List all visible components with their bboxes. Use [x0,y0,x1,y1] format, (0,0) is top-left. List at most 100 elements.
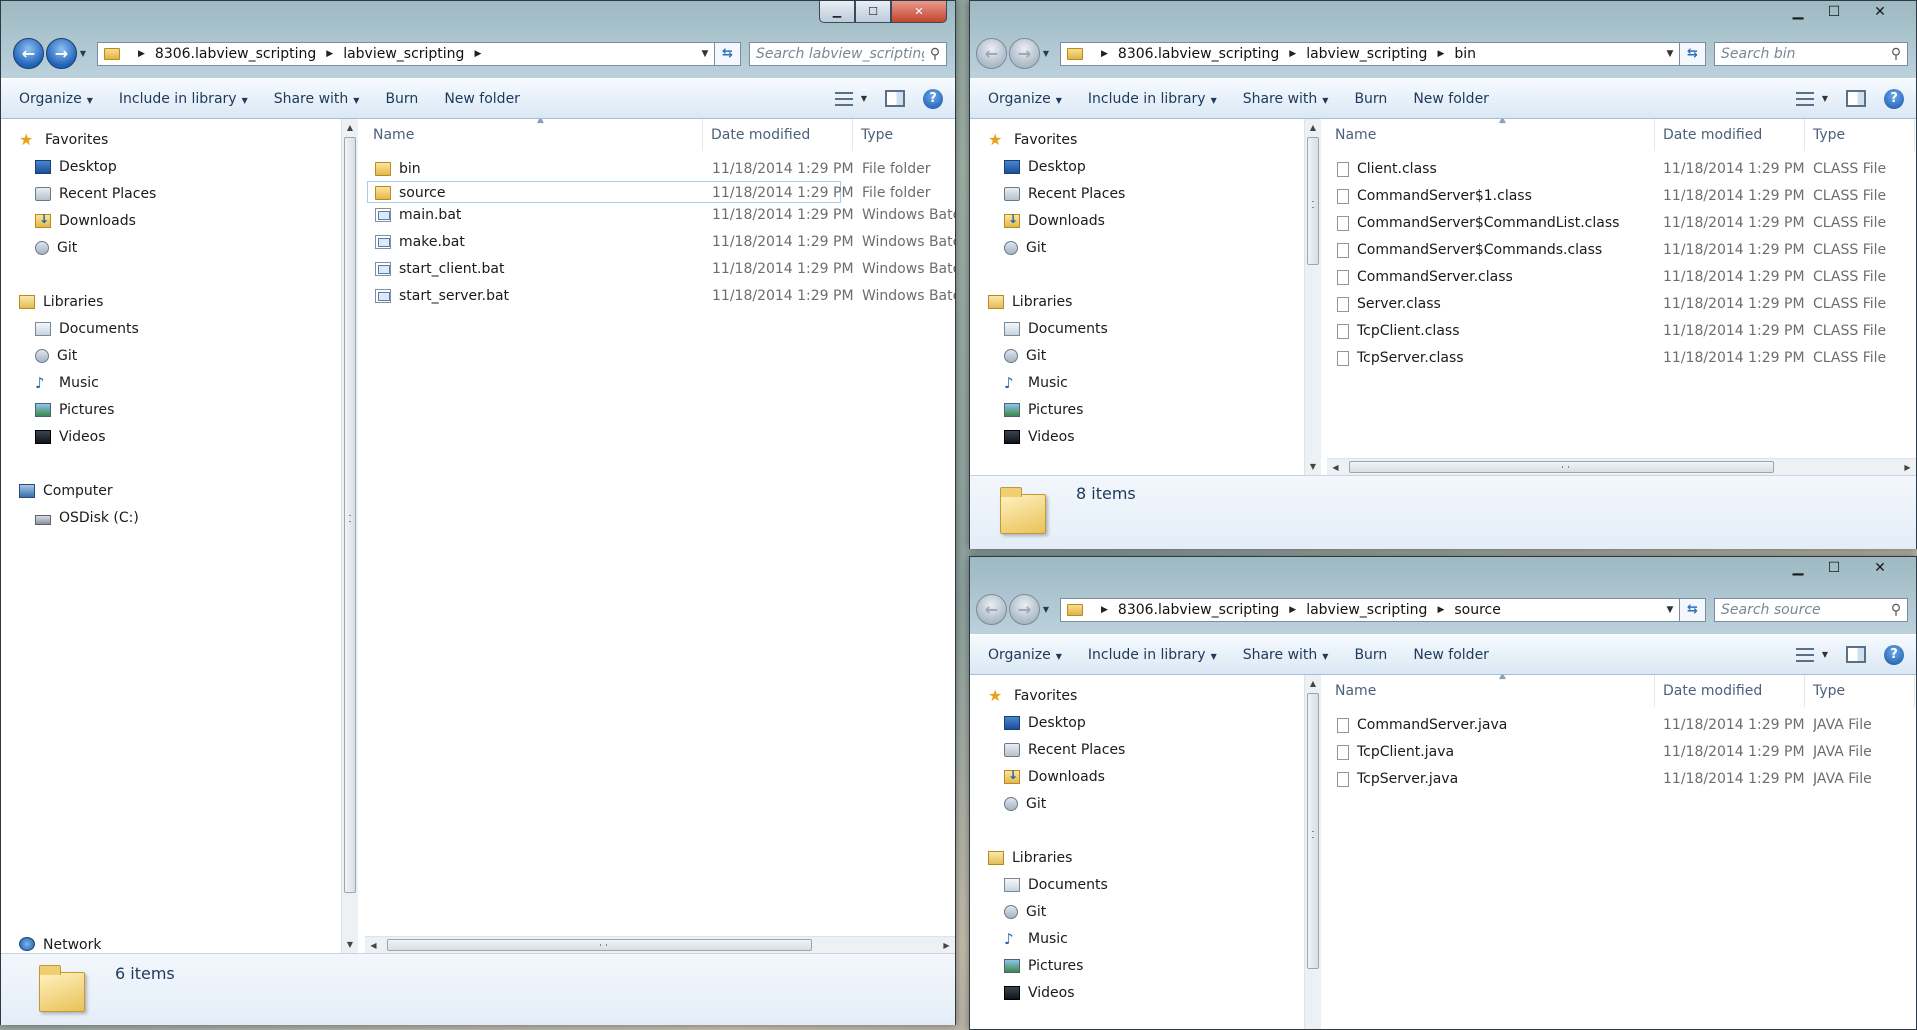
nav-downloads[interactable]: Downloads [1,209,359,233]
back-button[interactable]: ← [13,38,44,69]
nav-pictures[interactable]: Pictures [1,398,359,422]
file-row[interactable]: TcpServer.class 11/18/2014 1:29 PM CLASS… [1327,347,1916,369]
organize-button[interactable]: Organize ▼ [19,91,93,107]
file-row[interactable]: Client.class 11/18/2014 1:29 PM CLASS Fi… [1327,158,1916,180]
file-row[interactable]: start_server.bat 11/18/2014 1:29 PM Wind… [367,285,955,307]
nav-recent-places[interactable]: Recent Places [970,182,1309,206]
file-row[interactable]: bin 11/18/2014 1:29 PM File folder [367,158,955,180]
file-row[interactable]: CommandServer$Commands.class 11/18/2014 … [1327,239,1916,261]
column-header-type[interactable]: Type [853,119,955,151]
maximize-button[interactable]: ☐ [1816,557,1852,579]
nav-libraries[interactable]: Libraries [1,290,359,314]
search-input[interactable]: Search source ⚲ [1714,597,1908,622]
file-row[interactable]: make.bat 11/18/2014 1:29 PM Windows Batc [367,231,955,253]
column-header-date-modified[interactable]: Date modified [703,119,853,151]
nav-downloads[interactable]: Downloads [970,765,1309,789]
nav-favorites[interactable]: ★ Favorites [970,684,1309,708]
breadcrumb-separator-icon[interactable]: ▶ [138,49,145,59]
address-dropdown-icon[interactable]: ▼ [696,49,714,59]
scroll-thumb[interactable] [344,137,356,893]
share-with-button[interactable]: Share with ▼ [1243,91,1329,107]
breadcrumb-separator-icon[interactable]: ▶ [1437,49,1444,59]
nav-git[interactable]: Git [970,792,1309,816]
back-button[interactable]: ← [976,594,1007,625]
organize-button[interactable]: Organize ▼ [988,91,1062,107]
address-dropdown-icon[interactable]: ▼ [1661,605,1679,615]
forward-button[interactable]: → [1009,38,1040,69]
scroll-up-icon[interactable]: ▲ [342,119,358,136]
close-button[interactable]: ✕ [1852,1,1908,23]
nav-computer[interactable]: Computer [1,479,359,503]
share-with-button[interactable]: Share with ▼ [274,91,360,107]
nav-git[interactable]: Git [1,236,359,260]
nav-videos[interactable]: Videos [970,425,1309,449]
file-row[interactable]: CommandServer.java 11/18/2014 1:29 PM JA… [1327,714,1916,736]
file-row[interactable]: Server.class 11/18/2014 1:29 PM CLASS Fi… [1327,293,1916,315]
scroll-right-icon[interactable]: ▶ [1899,459,1916,475]
nav-pane-scrollbar[interactable]: ▲ ▼ [341,119,358,953]
breadcrumb-item[interactable]: labview_scripting [1306,46,1427,62]
include-in-library-button[interactable]: Include in library ▼ [1088,647,1217,663]
view-options-dropdown-icon[interactable]: ▼ [861,94,867,103]
nav-pane-scrollbar[interactable]: ▲ ▼ [1304,119,1321,475]
recent-pages-dropdown[interactable]: ▼ [77,49,89,58]
nav-recent-places[interactable]: Recent Places [970,738,1309,762]
breadcrumb-separator-icon[interactable]: ▶ [1437,605,1444,615]
nav-pane-scrollbar[interactable]: ▲ [1304,675,1321,1029]
maximize-button[interactable]: ☐ [855,1,891,23]
new-folder-button[interactable]: New folder [1413,647,1489,663]
file-row[interactable]: start_client.bat 11/18/2014 1:29 PM Wind… [367,258,955,280]
refresh-button[interactable]: ⇆ [1680,597,1706,622]
maximize-button[interactable]: ☐ [1816,1,1852,23]
search-icon[interactable]: ⚲ [924,46,946,62]
close-button[interactable]: ✕ [891,1,947,23]
nav-music[interactable]: ♪ Music [1,371,359,395]
address-bar[interactable]: ▶ 8306.labview_scripting ▶ labview_scrip… [97,41,715,66]
nav-network[interactable]: Network [1,937,359,953]
file-row[interactable]: CommandServer$CommandList.class 11/18/20… [1327,212,1916,234]
search-icon[interactable]: ⚲ [1885,602,1907,618]
recent-pages-dropdown[interactable]: ▼ [1040,605,1052,614]
organize-button[interactable]: Organize ▼ [988,647,1062,663]
nav-documents[interactable]: Documents [970,873,1309,897]
forward-button[interactable]: → [1009,594,1040,625]
nav-videos[interactable]: Videos [970,981,1309,1005]
file-row[interactable]: TcpClient.java 11/18/2014 1:29 PM JAVA F… [1327,741,1916,763]
nav-library-git[interactable]: Git [970,900,1309,924]
column-header-type[interactable]: Type [1805,675,1915,707]
include-in-library-button[interactable]: Include in library ▼ [119,91,248,107]
file-list-horizontal-scrollbar[interactable]: ◀ ▶ [1327,458,1916,475]
help-icon[interactable]: ? [1884,644,1904,665]
breadcrumb-separator-icon[interactable]: ▶ [326,49,333,59]
help-icon[interactable]: ? [923,88,943,109]
file-list-horizontal-scrollbar[interactable]: ◀ ▶ [365,936,955,953]
nav-recent-places[interactable]: Recent Places [1,182,359,206]
change-view-icon[interactable] [1795,91,1814,106]
help-icon[interactable]: ? [1884,88,1904,109]
minimize-button[interactable]: ▁ [1780,1,1816,23]
include-in-library-button[interactable]: Include in library ▼ [1088,91,1217,107]
breadcrumb-separator-icon[interactable]: ▶ [1289,49,1296,59]
scroll-left-icon[interactable]: ◀ [1327,459,1344,475]
breadcrumb-item[interactable]: 8306.labview_scripting [155,46,316,62]
breadcrumb-separator-icon[interactable]: ▶ [1289,605,1296,615]
address-bar[interactable]: ▶ 8306.labview_scripting ▶ labview_scrip… [1060,41,1680,66]
column-header-name[interactable]: Name [365,119,703,151]
nav-libraries[interactable]: Libraries [970,290,1309,314]
forward-button[interactable]: → [46,38,77,69]
close-button[interactable]: ✕ [1852,557,1908,579]
change-view-icon[interactable] [834,91,853,106]
nav-videos[interactable]: Videos [1,425,359,449]
nav-favorites[interactable]: ★ Favorites [970,128,1309,152]
scroll-up-icon[interactable]: ▲ [1305,119,1321,136]
file-row[interactable]: CommandServer$1.class 11/18/2014 1:29 PM… [1327,185,1916,207]
nav-documents[interactable]: Documents [970,317,1309,341]
scroll-up-icon[interactable]: ▲ [1305,675,1321,692]
file-row[interactable]: TcpServer.java 11/18/2014 1:29 PM JAVA F… [1327,768,1916,790]
scroll-thumb[interactable] [1307,693,1319,969]
nav-favorites[interactable]: ★ Favorites [1,128,359,152]
column-header-date-modified[interactable]: Date modified [1655,675,1805,707]
nav-desktop[interactable]: Desktop [970,155,1309,179]
nav-libraries[interactable]: Libraries [970,846,1309,870]
column-header-name[interactable]: Name [1327,119,1655,151]
